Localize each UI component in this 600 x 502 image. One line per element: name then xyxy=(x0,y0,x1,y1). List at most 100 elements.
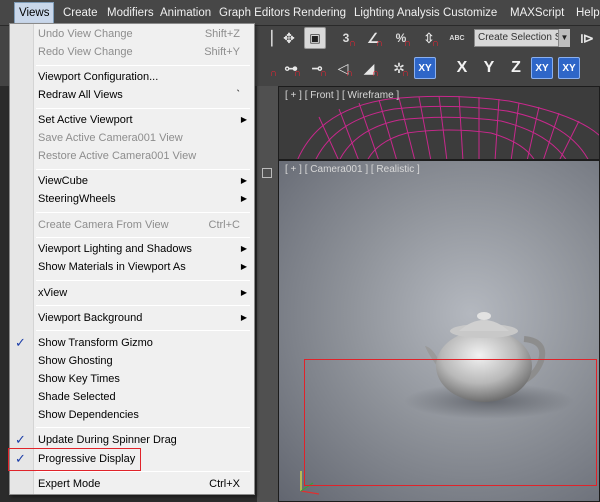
menu-help[interactable]: Help xyxy=(576,0,600,26)
menu-item-viewcube[interactable]: ViewCube ▶ xyxy=(10,172,256,190)
magnet-icon: ∩ xyxy=(401,68,409,79)
magnet-icon: ∩ xyxy=(319,68,327,79)
menu-item-shade-selected[interactable]: Shade Selected xyxy=(10,388,256,406)
magnet-icon: ∩ xyxy=(403,38,411,49)
menu-item-redraw-all-views[interactable]: Redraw All Views ` xyxy=(10,86,256,104)
highlight-rectangle xyxy=(304,359,597,486)
submenu-arrow-icon: ▶ xyxy=(240,244,247,253)
menu-customize[interactable]: Customize xyxy=(443,0,497,26)
magnet-icon: ∩ xyxy=(371,68,379,79)
toolbar-partial-icon[interactable]: ▕ xyxy=(256,27,278,49)
angle-snap-icon[interactable]: ∠ ∩ xyxy=(362,27,384,50)
axis-xy-lock-button[interactable]: XY xyxy=(558,57,580,79)
menu-item-label: xView xyxy=(38,287,68,299)
magnet-icon: ∩ xyxy=(345,68,353,79)
menu-item-label: Set Active Viewport xyxy=(38,114,133,126)
snap-star-icon[interactable]: ✲ ∩ xyxy=(388,57,410,80)
move-icon[interactable]: ✥ xyxy=(278,27,300,49)
submenu-arrow-icon: ▶ xyxy=(240,194,247,203)
submenu-arrow-icon: ▶ xyxy=(240,313,247,322)
checkmark-icon: ✓ xyxy=(15,432,26,447)
menu-item-save-active-camera-view[interactable]: Save Active Camera001 View xyxy=(10,129,256,147)
menu-item-create-camera-from-view[interactable]: Create Camera From View Ctrl+C xyxy=(10,216,256,234)
menu-separator xyxy=(36,427,250,428)
edit-named-selection-icon[interactable]: ABC xyxy=(446,27,468,49)
menu-item-viewport-background[interactable]: Viewport Background ▶ xyxy=(10,309,256,327)
menu-lighting-analysis[interactable]: Lighting Analysis xyxy=(354,0,440,26)
menu-item-undo-view-change[interactable]: Undo View Change Shift+Z xyxy=(10,25,256,43)
menu-item-shortcut: Shift+Y xyxy=(204,46,240,58)
menu-item-show-materials[interactable]: Show Materials in Viewport As ▶ xyxy=(10,258,256,276)
axis-x-button[interactable]: X xyxy=(451,57,473,79)
menu-separator xyxy=(36,108,250,109)
menu-item-show-transform-gizmo[interactable]: ✓ Show Transform Gizmo xyxy=(10,334,256,352)
menu-item-redo-view-change[interactable]: Redo View Change Shift+Y xyxy=(10,43,256,61)
panel-marker xyxy=(262,168,272,178)
magnet-icon: ∩ xyxy=(293,68,301,79)
percent-snap-icon[interactable]: % ∩ xyxy=(390,27,412,49)
menu-item-label: Viewport Background xyxy=(38,312,143,324)
magnet-icon: ∩ xyxy=(375,38,383,49)
menu-item-label: Undo View Change xyxy=(38,28,133,40)
menu-item-restore-active-camera-view[interactable]: Restore Active Camera001 View xyxy=(10,147,256,165)
select-window-icon[interactable]: ▣ xyxy=(304,27,326,49)
axis-xy-button[interactable]: XY xyxy=(531,57,553,79)
submenu-arrow-icon: ▶ xyxy=(240,288,247,297)
menu-item-label: ViewCube xyxy=(38,175,88,187)
menu-item-shortcut: Ctrl+X xyxy=(209,478,240,490)
menu-item-expert-mode[interactable]: Expert Mode Ctrl+X xyxy=(10,475,256,493)
menu-separator xyxy=(36,65,250,66)
menu-item-show-ghosting[interactable]: Show Ghosting xyxy=(10,352,256,370)
menu-separator xyxy=(36,330,250,331)
menu-item-label: Redo View Change xyxy=(38,46,133,58)
plane-xy-button[interactable]: XY xyxy=(414,57,436,79)
constraint-face-icon[interactable]: ◁ ∩ xyxy=(332,57,354,80)
menu-item-set-active-viewport[interactable]: Set Active Viewport ▶ xyxy=(10,111,256,129)
menu-item-label: Shade Selected xyxy=(38,391,116,403)
magnet-icon: ∩ xyxy=(348,38,356,49)
menu-item-steeringwheels[interactable]: SteeringWheels ▶ xyxy=(10,190,256,208)
menu-item-shortcut: ` xyxy=(236,89,240,101)
menu-maxscript[interactable]: MAXScript xyxy=(510,0,564,26)
menu-item-label: Expert Mode xyxy=(38,478,101,490)
constraint-edge-icon[interactable]: ⊸ ∩ xyxy=(306,57,328,80)
menu-item-label: Restore Active Camera001 View xyxy=(38,150,197,162)
highlight-rectangle xyxy=(8,448,141,471)
spinner-snap-icon[interactable]: ⇳ ∩ xyxy=(418,27,440,50)
menu-item-xview[interactable]: xView ▶ xyxy=(10,284,256,302)
menu-item-shortcut: Shift+Z xyxy=(204,28,240,40)
abc-label: ABC xyxy=(449,34,465,42)
menu-item-label: Viewport Configuration... xyxy=(38,71,159,83)
menu-item-label: Show Materials in Viewport As xyxy=(38,261,186,273)
menu-item-viewport-lighting-shadows[interactable]: Viewport Lighting and Shadows ▶ xyxy=(10,240,256,258)
axis-y-button[interactable]: Y xyxy=(478,57,500,79)
toolbar-partial-icon[interactable]: ∩ xyxy=(256,57,278,79)
menu-item-viewport-configuration[interactable]: Viewport Configuration... xyxy=(10,68,256,86)
menu-separator xyxy=(36,305,250,306)
menu-item-show-key-times[interactable]: Show Key Times xyxy=(10,370,256,388)
axis-z-button[interactable]: Z xyxy=(505,57,527,79)
submenu-arrow-icon: ▶ xyxy=(240,115,247,124)
front-viewport[interactable]: [ + ] [ Front ] [ Wireframe ] xyxy=(278,86,600,160)
constraint-icon[interactable]: ⊶ ∩ xyxy=(280,57,302,80)
front-viewport-label[interactable]: [ + ] [ Front ] [ Wireframe ] xyxy=(285,90,399,101)
menu-views[interactable]: Views xyxy=(14,2,55,24)
selection-set-dropdown[interactable]: Create Selection Se xyxy=(474,29,570,47)
chevron-down-icon[interactable]: ▼ xyxy=(558,29,570,47)
submenu-arrow-icon: ▶ xyxy=(240,176,247,185)
checkmark-icon: ✓ xyxy=(15,335,26,350)
menu-item-label: Create Camera From View xyxy=(38,219,169,231)
menu-item-label: Show Transform Gizmo xyxy=(38,337,153,349)
mirror-icon[interactable]: ⧐ xyxy=(576,27,598,49)
menu-separator xyxy=(36,471,250,472)
submenu-arrow-icon: ▶ xyxy=(240,262,247,271)
menu-item-show-dependencies[interactable]: Show Dependencies xyxy=(10,406,256,424)
menu-item-update-during-spinner-drag[interactable]: ✓ Update During Spinner Drag xyxy=(10,431,256,449)
snap-3d-icon[interactable]: 3 ∩ xyxy=(335,27,357,49)
constraint-normal-icon[interactable]: ◢ ∩ xyxy=(358,57,380,80)
views-menu: Undo View Change Shift+Z Redo View Chang… xyxy=(9,23,255,495)
menu-rendering[interactable]: Rendering xyxy=(293,0,346,26)
magnet-icon: ∩ xyxy=(269,68,277,79)
menu-item-label: Viewport Lighting and Shadows xyxy=(38,243,192,255)
menu-item-label: Save Active Camera001 View xyxy=(38,132,183,144)
